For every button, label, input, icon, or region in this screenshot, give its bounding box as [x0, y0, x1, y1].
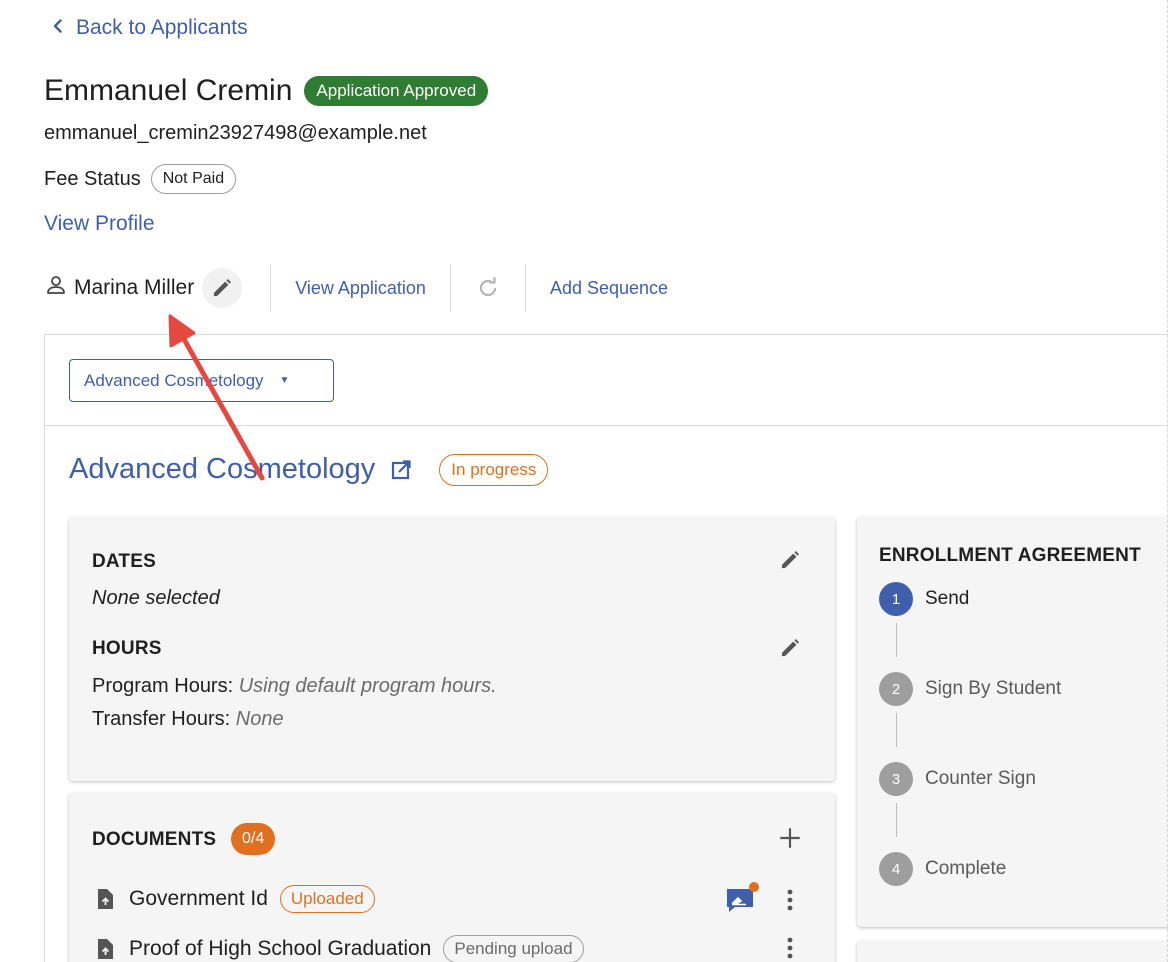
- fee-status-row: Fee Status Not Paid: [44, 164, 237, 194]
- enrollment-step: 1 Send: [879, 582, 969, 616]
- document-status-chip: Pending upload: [443, 935, 584, 962]
- plus-icon: [780, 828, 800, 848]
- assignee-name: Marina Miller: [74, 276, 195, 299]
- documents-title: DOCUMENTS: [92, 829, 217, 850]
- fee-status-chip: Not Paid: [150, 164, 237, 194]
- program-hours-label: Program Hours:: [92, 675, 234, 697]
- divider: [45, 425, 1168, 426]
- file-upload-icon: [93, 937, 117, 961]
- person-icon: [44, 273, 68, 303]
- dates-title: DATES: [92, 551, 156, 572]
- enrollment-step: 3 Counter Sign: [879, 762, 1036, 796]
- action-bar: Marina Miller View Application Add Seque…: [44, 262, 668, 314]
- caret-down-icon: ▼: [279, 375, 290, 386]
- applicant-name: Emmanuel Cremin: [44, 74, 293, 107]
- applicant-header: Emmanuel Cremin Application Approved: [44, 74, 489, 108]
- signature-button[interactable]: [725, 882, 759, 918]
- program-status-chip: In progress: [439, 453, 549, 486]
- edit-dates-button[interactable]: [779, 549, 801, 571]
- application-status-badge: Application Approved: [304, 76, 489, 106]
- transfer-hours-line: Transfer Hours: None: [92, 708, 284, 731]
- step-connector: [896, 623, 897, 657]
- view-application-button[interactable]: View Application: [295, 278, 426, 299]
- pencil-icon: [213, 279, 232, 297]
- view-profile-link[interactable]: View Profile: [44, 212, 155, 236]
- enrollment-agreement-card: ENROLLMENT AGREEMENT 1 Send 2 Sign By St…: [857, 517, 1168, 927]
- document-more-button[interactable]: [779, 935, 801, 961]
- step-number: 3: [879, 762, 913, 796]
- pencil-icon: [781, 551, 799, 569]
- more-vertical-icon: [787, 889, 793, 911]
- back-to-applicants-link[interactable]: Back to Applicants: [50, 16, 248, 40]
- document-row[interactable]: Government Id Uploaded: [93, 885, 375, 913]
- chevron-left-icon: [50, 16, 66, 40]
- pencil-icon: [781, 639, 799, 657]
- documents-card: DOCUMENTS 0/4 Government Id Uploaded Pro…: [69, 793, 835, 962]
- program-hours-line: Program Hours: Using default program hou…: [92, 675, 497, 698]
- step-label: Send: [925, 588, 970, 609]
- step-number: 2: [879, 672, 913, 706]
- more-vertical-icon: [787, 937, 793, 959]
- divider: [449, 264, 451, 312]
- step-connector: [896, 713, 897, 747]
- step-number: 1: [879, 582, 913, 616]
- edit-hours-button[interactable]: [779, 637, 801, 659]
- program-select[interactable]: Advanced Cosmetology ▼: [69, 359, 334, 402]
- secondary-card: [857, 941, 1168, 962]
- hours-title: HOURS: [92, 638, 162, 659]
- document-more-button[interactable]: [779, 887, 801, 913]
- document-name: Proof of High School Graduation: [129, 937, 432, 960]
- program-panel: Advanced Cosmetology ▼ Advanced Cosmetol…: [44, 334, 1168, 962]
- step-connector: [896, 803, 897, 837]
- add-sequence-button[interactable]: Add Sequence: [550, 278, 668, 299]
- add-document-button[interactable]: [777, 825, 803, 851]
- transfer-hours-value: None: [235, 708, 284, 730]
- step-label: Counter Sign: [925, 768, 1036, 789]
- assignee: Marina Miller: [44, 268, 246, 308]
- program-hours-value: Using default program hours.: [238, 675, 497, 697]
- program-title-row: Advanced Cosmetology In progress: [69, 453, 549, 486]
- program-title-link[interactable]: Advanced Cosmetology: [69, 453, 375, 486]
- dates-value: None selected: [92, 587, 220, 609]
- file-upload-icon: [93, 887, 117, 911]
- step-number: 4: [879, 852, 913, 886]
- document-status-chip: Uploaded: [279, 885, 375, 913]
- enrollment-step: 2 Sign By Student: [879, 672, 1061, 706]
- edit-assignee-button[interactable]: [202, 268, 243, 308]
- step-label: Sign By Student: [925, 678, 1062, 699]
- document-row[interactable]: Proof of High School Graduation Pending …: [93, 935, 584, 962]
- document-name: Government Id: [129, 887, 268, 910]
- applicant-email: emmanuel_cremin23927498@example.net: [44, 122, 427, 144]
- external-link-icon[interactable]: [389, 458, 413, 482]
- divider: [270, 264, 272, 312]
- back-link-label: Back to Applicants: [76, 16, 248, 39]
- enrollment-step: 4 Complete: [879, 852, 1006, 886]
- dates-hours-card: DATES None selected HOURS Program Hours:…: [69, 517, 835, 781]
- documents-count-badge: 0/4: [231, 823, 276, 855]
- notification-dot: [749, 882, 759, 892]
- program-select-value: Advanced Cosmetology: [84, 370, 264, 390]
- transfer-hours-label: Transfer Hours:: [92, 708, 231, 730]
- enrollment-title: ENROLLMENT AGREEMENT: [879, 545, 1141, 566]
- divider: [524, 264, 526, 312]
- fee-status-label: Fee Status: [44, 167, 141, 190]
- step-label: Complete: [925, 858, 1007, 879]
- refresh-icon[interactable]: [475, 275, 501, 301]
